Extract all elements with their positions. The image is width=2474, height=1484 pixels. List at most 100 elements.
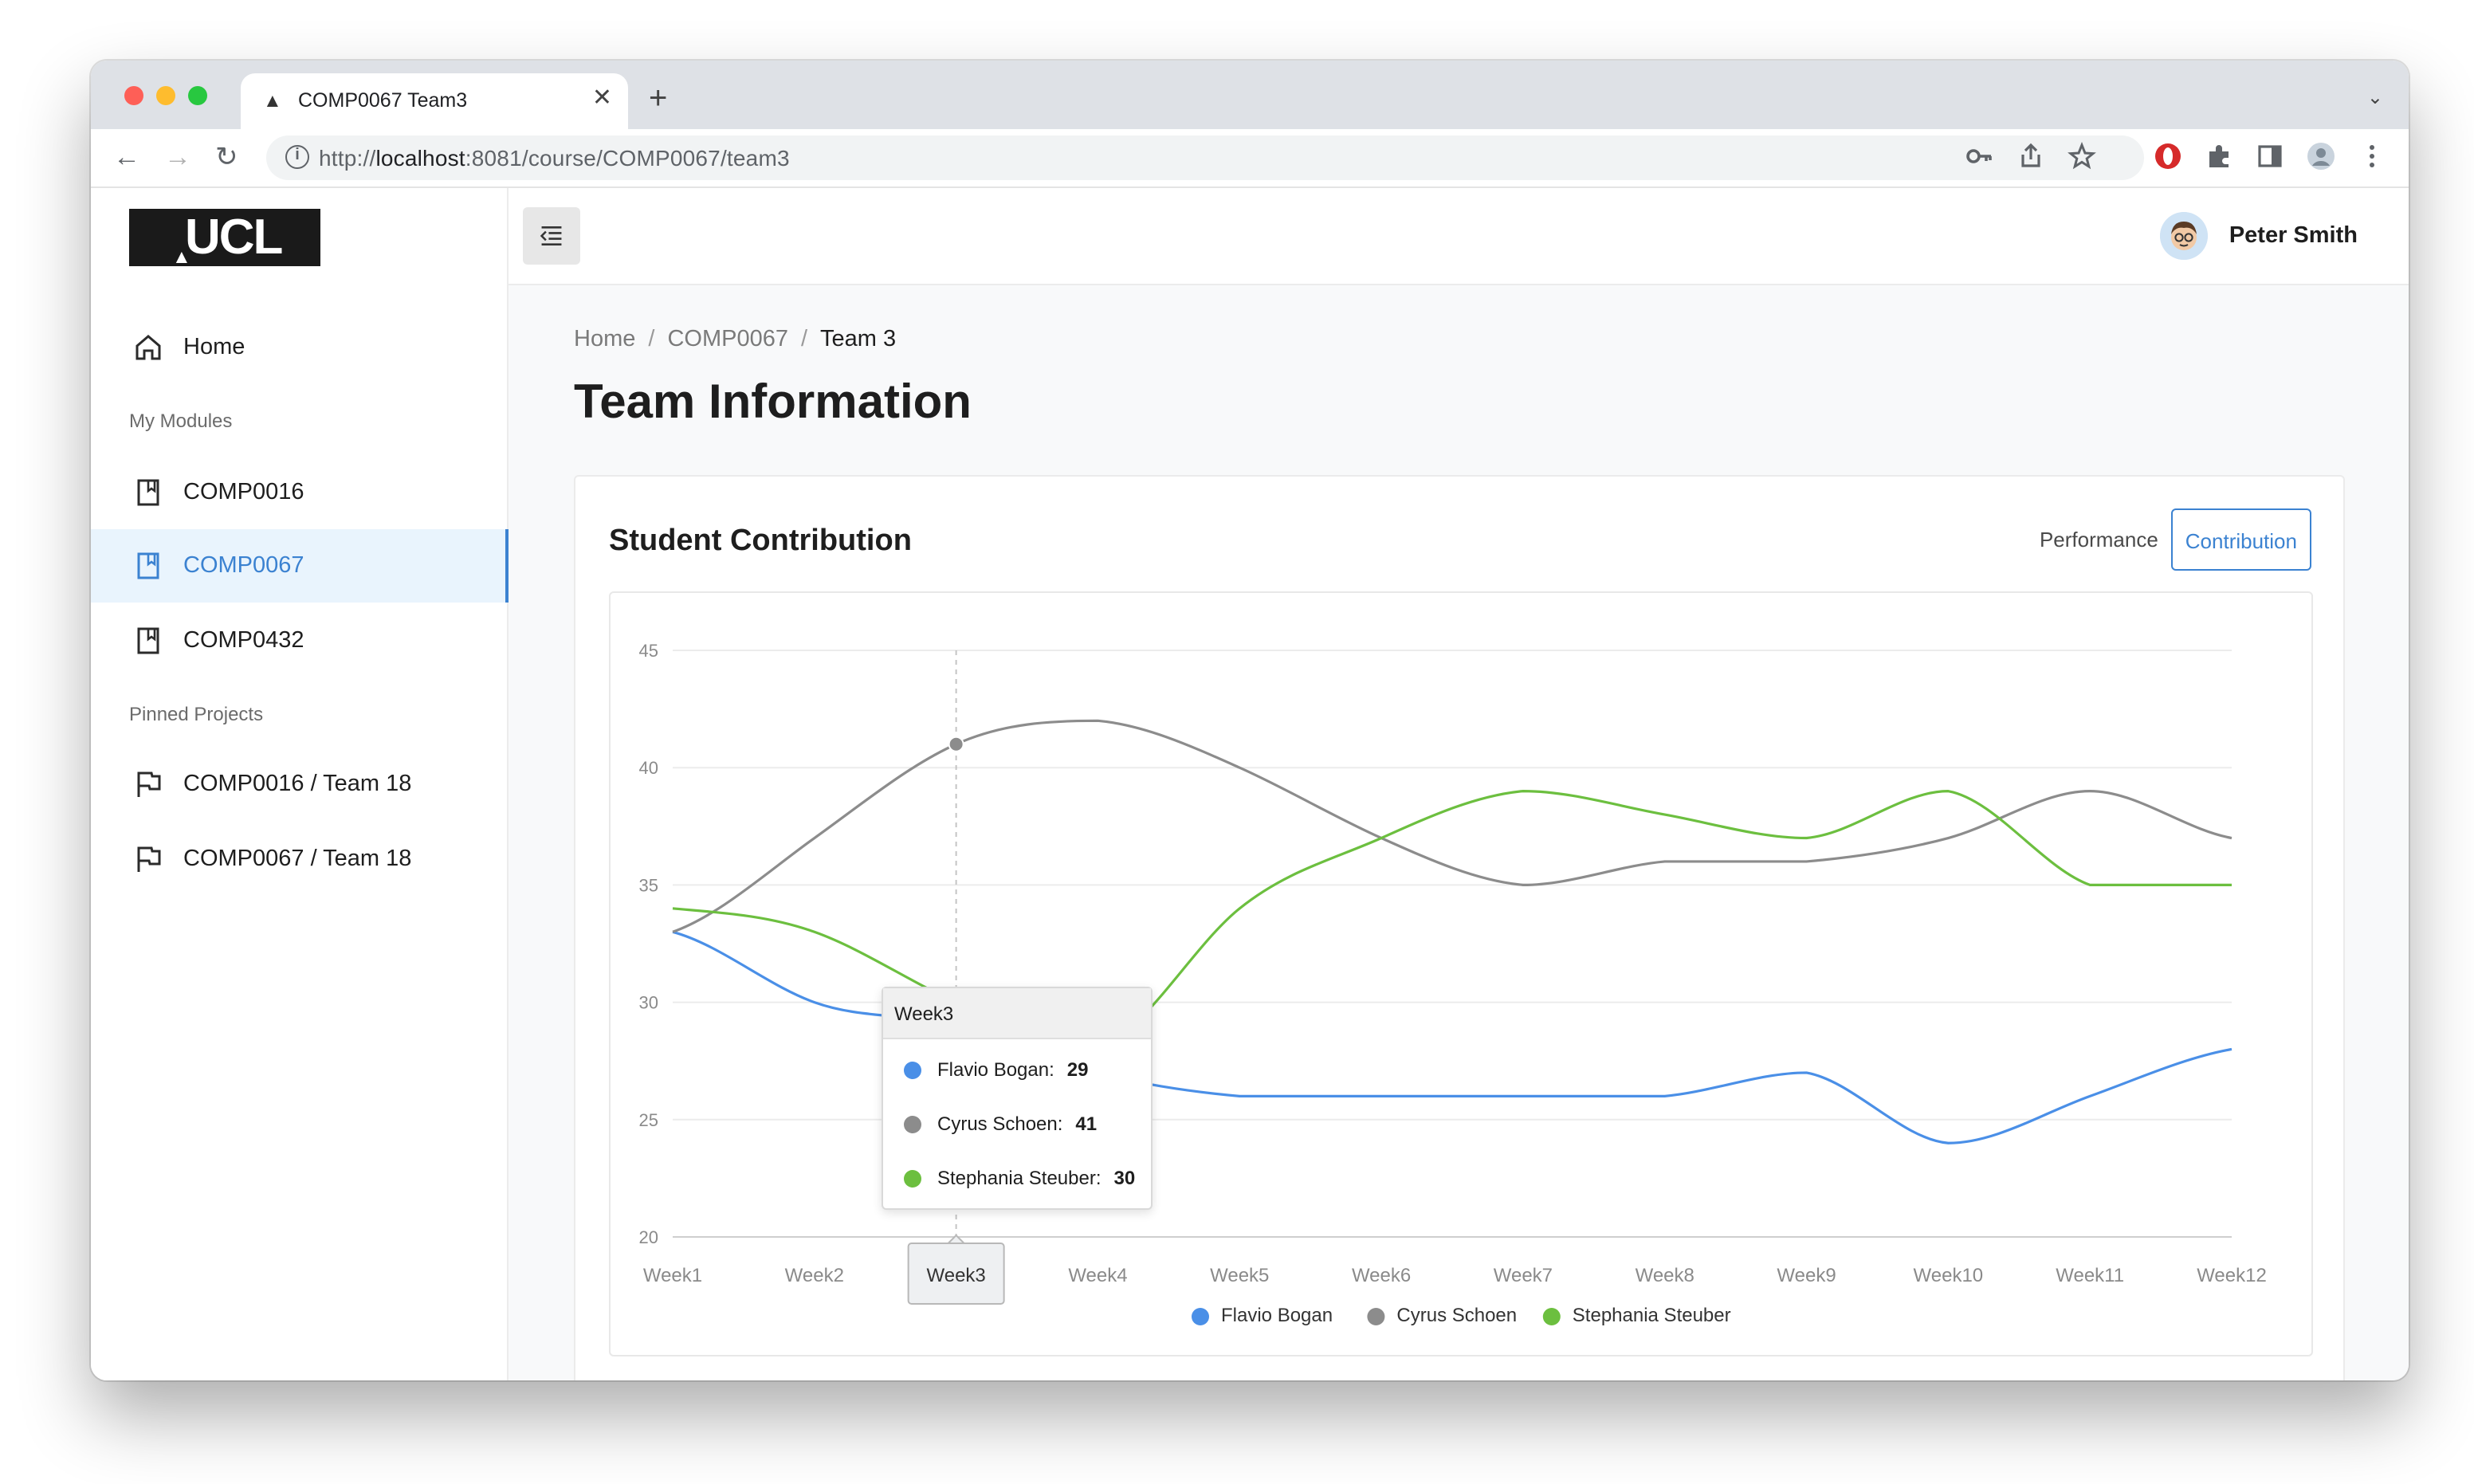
book-icon bbox=[137, 627, 159, 654]
my-modules-label: My Modules bbox=[129, 410, 233, 432]
series-color-dot bbox=[904, 1061, 921, 1078]
browser-window: ▲ COMP0067 Team3 ✕ + ⌄ ← → ↻ i http://lo… bbox=[91, 61, 2409, 1380]
sidebar-item-label: COMP0432 bbox=[183, 628, 304, 654]
key-icon[interactable] bbox=[1965, 142, 1994, 171]
sidebar-toggle-button[interactable] bbox=[523, 207, 580, 265]
bookmark-star-icon[interactable] bbox=[2068, 142, 2096, 171]
x-tick-label: Week2 bbox=[785, 1265, 844, 1286]
extensions-puzzle-icon[interactable] bbox=[2205, 142, 2233, 171]
sidebar: ▲ UCL Home My Modules COMP0016 COMP0067 C… bbox=[91, 188, 509, 1380]
sidebar-item-comp0016[interactable]: COMP0016 bbox=[91, 456, 509, 529]
series-line bbox=[672, 719, 2232, 933]
main-content: Peter Smith Home / COMP0067/Team 3 Team In… bbox=[509, 188, 2409, 1380]
legend-label: Cyrus Schoen bbox=[1396, 1305, 1517, 1326]
back-arrow-icon[interactable]: ← bbox=[113, 142, 140, 174]
sidebar-item-label: COMP0067 bbox=[183, 553, 304, 579]
x-tick-label: Week8 bbox=[1636, 1265, 1694, 1286]
browser-menu-icon[interactable] bbox=[2358, 142, 2386, 171]
forward-arrow-icon[interactable]: → bbox=[164, 142, 191, 174]
minimize-window-button[interactable] bbox=[156, 86, 175, 105]
reload-icon[interactable]: ↻ bbox=[215, 142, 238, 174]
chart-container: 20 25 30 35 40 45 Week1 Week2 Week3 Week4 Week5 Wee… bbox=[609, 591, 2313, 1356]
legend-marker bbox=[1367, 1308, 1385, 1325]
tooltip-value: 41 bbox=[1075, 1113, 1098, 1135]
flag-icon bbox=[137, 771, 161, 797]
legend-label: Flavio Bogan bbox=[1221, 1305, 1333, 1326]
tooltip-value: 29 bbox=[1066, 1058, 1089, 1081]
x-tick-label: Week11 bbox=[2056, 1265, 2124, 1286]
y-tick-label: 45 bbox=[639, 641, 658, 661]
top-header: Peter Smith bbox=[509, 188, 2409, 285]
tooltip-row: Cyrus Schoen: 41 bbox=[904, 1113, 1097, 1135]
legend-label: Stephania Steuber bbox=[1573, 1305, 1731, 1326]
tooltip-series-name: Flavio Bogan: bbox=[937, 1058, 1054, 1081]
new-tab-icon[interactable]: + bbox=[649, 83, 667, 115]
home-icon bbox=[135, 335, 161, 360]
browser-toolbar: ← → ↻ i http://localhost:8081/course/COM… bbox=[91, 129, 2409, 188]
profile-avatar-icon[interactable] bbox=[2307, 142, 2335, 171]
avatar-face-icon bbox=[2160, 212, 2209, 260]
ucl-logo[interactable]: ▲ UCL bbox=[129, 209, 320, 268]
x-tick-label: Week4 bbox=[1068, 1265, 1127, 1286]
performance-tab-button[interactable]: Performance bbox=[2027, 508, 2171, 571]
address-bar[interactable]: i http://localhost:8081/course/COMP0067/… bbox=[266, 135, 2144, 180]
book-icon bbox=[137, 479, 159, 506]
tooltip-row: Stephania Steuber: 30 bbox=[904, 1167, 1135, 1189]
user-name: Peter Smith bbox=[2229, 223, 2358, 249]
x-tick-label: Week12 bbox=[2197, 1265, 2267, 1286]
x-tick-label: Week1 bbox=[643, 1265, 702, 1286]
tooltip-series-name: Cyrus Schoen: bbox=[937, 1113, 1063, 1135]
sidebar-item-label: COMP0067 / Team 18 bbox=[183, 846, 412, 872]
y-tick-label: 30 bbox=[639, 993, 658, 1013]
tooltip-series-name: Stephania Steuber: bbox=[937, 1167, 1102, 1189]
contribution-line-chart[interactable]: 20 25 30 35 40 45 Week1 Week2 Week3 Week4 Week5 Wee… bbox=[611, 593, 2311, 1355]
tooltip-value: 30 bbox=[1113, 1167, 1136, 1189]
legend-marker bbox=[1542, 1308, 1561, 1325]
close-window-button[interactable] bbox=[124, 86, 143, 105]
site-info-icon[interactable]: i bbox=[285, 145, 309, 169]
breadcrumb-home[interactable]: Home bbox=[574, 327, 635, 352]
sidebar-item-home[interactable]: Home bbox=[91, 311, 509, 384]
legend-marker bbox=[1192, 1308, 1209, 1325]
toolbar-icons bbox=[1965, 142, 2386, 171]
contribution-tab-button[interactable]: Contribution bbox=[2170, 508, 2311, 571]
tab-title: COMP0067 Team3 bbox=[298, 89, 468, 112]
tooltip-title: Week3 bbox=[883, 988, 1151, 1039]
sidebar-item-comp0067[interactable]: COMP0067 bbox=[91, 529, 509, 603]
x-tick-label: Week9 bbox=[1777, 1265, 1836, 1286]
maximize-window-button[interactable] bbox=[188, 86, 207, 105]
opera-extension-icon[interactable] bbox=[2154, 142, 2182, 171]
y-tick-label: 35 bbox=[639, 875, 658, 895]
series-color-dot bbox=[904, 1115, 921, 1133]
tab-search-chevron-icon[interactable]: ⌄ bbox=[2367, 86, 2383, 108]
share-icon[interactable] bbox=[2017, 142, 2045, 171]
breadcrumb-module[interactable]: COMP0067 bbox=[667, 327, 788, 352]
y-tick-label: 20 bbox=[639, 1227, 658, 1247]
url-text: http://localhost:8081/course/COMP0067/te… bbox=[319, 145, 790, 171]
sidebar-item-comp0432[interactable]: COMP0432 bbox=[91, 604, 509, 677]
sidebar-item-label: COMP0016 bbox=[183, 480, 304, 505]
page-title: Team Information bbox=[574, 376, 972, 429]
series-color-dot bbox=[904, 1169, 921, 1187]
user-avatar bbox=[2160, 212, 2209, 260]
side-panel-icon[interactable] bbox=[2256, 142, 2284, 171]
breadcrumb: Home / COMP0067/Team 3 bbox=[574, 327, 897, 352]
tab-close-icon[interactable]: ✕ bbox=[592, 85, 612, 112]
sidebar-item-pinned-comp0016-team18[interactable]: COMP0016 / Team 18 bbox=[91, 748, 509, 821]
contribution-card: Student Contribution Performance Contrib… bbox=[574, 475, 2345, 1380]
user-menu[interactable]: Peter Smith bbox=[2160, 212, 2358, 260]
sidebar-item-pinned-comp0067-team18[interactable]: COMP0067 / Team 18 bbox=[91, 822, 509, 896]
y-tick-label: 25 bbox=[639, 1110, 658, 1130]
x-tick-label: Week6 bbox=[1352, 1265, 1411, 1286]
x-tick-label: Week5 bbox=[1210, 1265, 1269, 1286]
ucl-favicon-icon: ▲ bbox=[263, 89, 282, 112]
browser-tab[interactable]: ▲ COMP0067 Team3 ✕ bbox=[241, 73, 628, 129]
card-title: Student Contribution bbox=[609, 524, 912, 558]
x-tick-label: Week7 bbox=[1494, 1265, 1553, 1286]
app: ▲ UCL Home My Modules COMP0016 COMP0067 C… bbox=[91, 188, 2409, 1380]
chart-tooltip: Week3 Flavio Bogan: 29 Cyrus Schoen: 41 St… bbox=[882, 987, 1153, 1210]
sidebar-item-label: Home bbox=[183, 335, 245, 360]
collapse-menu-icon bbox=[540, 226, 562, 245]
window-controls bbox=[124, 86, 207, 105]
x-tick-label: Week10 bbox=[1914, 1265, 1984, 1286]
